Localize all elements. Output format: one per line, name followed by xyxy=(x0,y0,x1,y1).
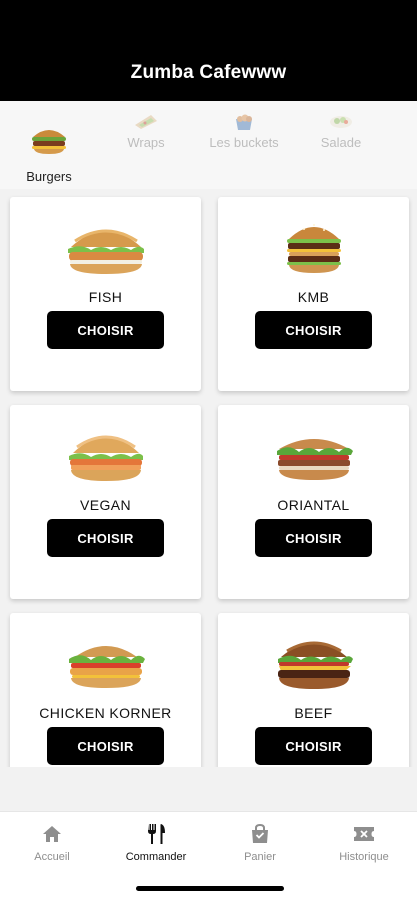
tab-historique[interactable]: Historique xyxy=(312,822,416,863)
app-header: Zumba Cafewww xyxy=(0,0,417,101)
vegan-burger-image xyxy=(68,435,143,481)
product-name: CHICKEN KORNER xyxy=(39,705,172,721)
product-card[interactable]: KMB CHOISIR xyxy=(218,197,409,391)
beef-burger-image xyxy=(277,641,353,689)
product-card[interactable]: VEGAN CHOISIR xyxy=(10,405,201,599)
choose-button[interactable]: CHOISIR xyxy=(255,311,372,349)
burger-icon xyxy=(32,130,66,154)
category-label: Wraps xyxy=(127,135,165,150)
tab-label: Accueil xyxy=(34,851,70,863)
product-grid: FISH CHOISIR KMB CHOISIR VEGAN CHOISIR O… xyxy=(0,189,417,767)
tab-label: Panier xyxy=(244,851,276,863)
fish-burger-image xyxy=(67,229,144,274)
product-card[interactable]: CHICKEN KORNER CHOISIR xyxy=(10,613,201,767)
bag-icon xyxy=(252,823,268,843)
category-les-buckets[interactable]: Les buckets xyxy=(196,101,292,189)
product-card[interactable]: FISH CHOISIR xyxy=(10,197,201,391)
choose-button[interactable]: CHOISIR xyxy=(255,727,372,765)
product-card[interactable]: ORIANTAL CHOISIR xyxy=(218,405,409,599)
salad-icon xyxy=(330,116,352,128)
kmb-burger-image xyxy=(286,224,341,273)
page-title: Zumba Cafewww xyxy=(130,62,287,83)
tab-label: Historique xyxy=(339,851,389,863)
product-name: BEEF xyxy=(294,705,333,721)
product-name: VEGAN xyxy=(79,497,131,513)
fork-knife-icon xyxy=(148,824,165,844)
ticket-icon xyxy=(354,827,374,841)
product-card[interactable]: BEEF CHOISIR xyxy=(218,613,409,767)
product-name: FISH xyxy=(88,289,123,305)
category-burgers[interactable]: Burgers xyxy=(10,101,88,189)
wrap-icon xyxy=(135,115,157,129)
tab-accueil[interactable]: Accueil xyxy=(0,822,104,863)
content-footer-space xyxy=(0,767,417,811)
category-label: Les buckets xyxy=(209,135,279,150)
home-icon xyxy=(43,826,61,842)
category-label: Burgers xyxy=(26,169,72,184)
tab-commander[interactable]: Commander xyxy=(104,822,208,863)
product-name: KMB xyxy=(297,289,330,305)
choose-button[interactable]: CHOISIR xyxy=(47,311,164,349)
category-salade[interactable]: Salade xyxy=(302,101,380,189)
product-name: ORIANTAL xyxy=(277,497,350,513)
choose-button[interactable]: CHOISIR xyxy=(47,727,164,765)
category-wraps[interactable]: Wraps xyxy=(106,101,186,189)
choose-button[interactable]: CHOISIR xyxy=(255,519,372,557)
choose-button[interactable]: CHOISIR xyxy=(47,519,164,557)
oriantal-burger-image xyxy=(276,439,353,480)
category-label: Salade xyxy=(320,135,362,150)
chicken-korner-burger-image xyxy=(68,646,145,688)
tab-label: Commander xyxy=(125,851,187,863)
category-bar: Burgers Wraps Les buckets Salade xyxy=(0,101,417,189)
tab-panier[interactable]: Panier xyxy=(208,822,312,863)
home-indicator xyxy=(136,886,284,891)
bucket-icon xyxy=(236,114,252,130)
